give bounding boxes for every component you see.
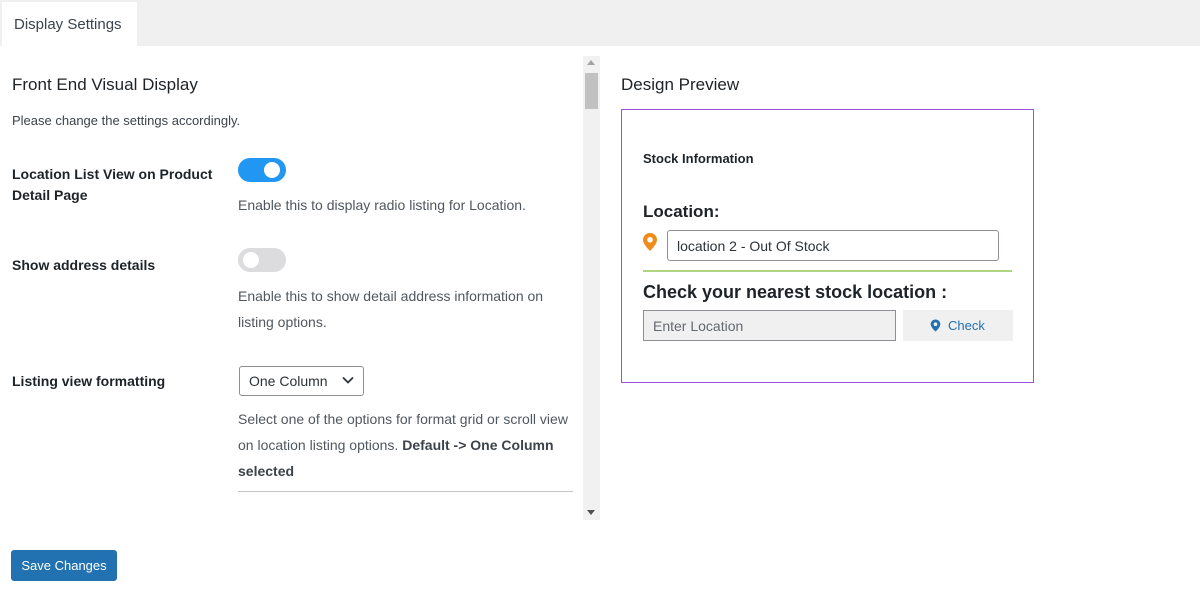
settings-panel: Front End Visual Display Please change t…: [0, 46, 1200, 591]
toggle-show-address-details[interactable]: [238, 248, 286, 272]
toggle-location-list-view[interactable]: [238, 158, 286, 182]
select-value: One Column: [249, 373, 328, 389]
label-show-address-details: Show address details: [12, 257, 156, 273]
enter-location-input[interactable]: Enter Location: [643, 310, 896, 341]
check-button-label: Check: [948, 318, 985, 333]
label-location-list-view: Location List View on Product Detail Pag…: [12, 166, 213, 203]
scroll-up-arrow-icon[interactable]: [587, 60, 595, 65]
location-label: Location:: [643, 202, 720, 221]
help-location-list-view: Enable this to display radio listing for…: [238, 197, 526, 213]
design-preview-box: Stock Information Location: location 2 -…: [621, 109, 1034, 383]
divider: [238, 491, 573, 492]
scrollbar[interactable]: [583, 56, 600, 520]
help-show-address-details: Enable this to show detail address infor…: [238, 288, 544, 330]
stock-information-heading: Stock Information: [643, 151, 754, 166]
chevron-down-icon: [342, 376, 354, 384]
map-pin-icon: [643, 233, 657, 251]
section-title: Front End Visual Display: [12, 75, 198, 94]
label-listing-view-formatting: Listing view formatting: [12, 373, 166, 389]
toggle-knob: [264, 162, 280, 178]
map-marker-icon: [930, 319, 941, 332]
check-button[interactable]: Check: [903, 310, 1013, 341]
save-changes-button[interactable]: Save Changes: [11, 550, 117, 581]
toggle-knob: [243, 252, 259, 268]
listing-format-select[interactable]: One Column: [239, 366, 364, 396]
section-description: Please change the settings accordingly.: [12, 113, 241, 128]
scroll-thumb[interactable]: [585, 73, 598, 109]
divider-line: [643, 270, 1012, 272]
location-select[interactable]: location 2 - Out Of Stock: [667, 230, 999, 261]
tab-bar: Display Settings: [0, 0, 1200, 46]
settings-scroll-area: Front End Visual Display Please change t…: [0, 46, 600, 521]
preview-title: Design Preview: [621, 75, 740, 94]
scroll-down-arrow-icon[interactable]: [587, 510, 595, 515]
help-listing-view-formatting: Select one of the options for format gri…: [238, 406, 568, 484]
tab-display-settings[interactable]: Display Settings: [2, 2, 137, 46]
nearest-location-heading: Check your nearest stock location :: [643, 282, 948, 302]
